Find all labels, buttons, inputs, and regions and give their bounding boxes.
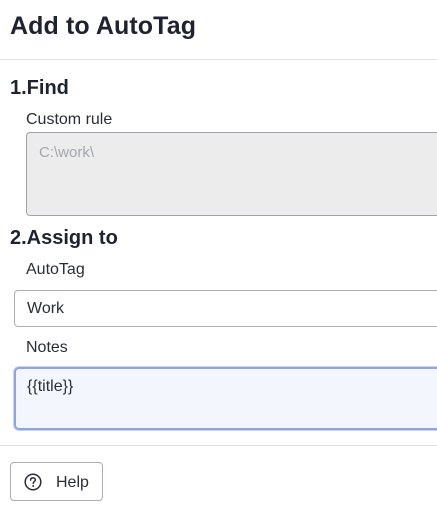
question-circle-icon	[24, 473, 42, 491]
add-to-autotag-dialog: Add to AutoTag 1.Find Custom rule C:\wor…	[0, 0, 437, 516]
custom-rule-field: C:\work\	[26, 132, 437, 216]
autotag-value: Work	[27, 300, 65, 317]
autotag-label: AutoTag	[26, 261, 85, 278]
footer-divider	[0, 445, 437, 446]
dialog-title: Add to AutoTag	[10, 12, 197, 40]
notes-value: {{title}}	[27, 378, 74, 395]
autotag-input[interactable]: Work	[14, 290, 437, 327]
assign-section-title: 2.Assign to	[10, 227, 118, 249]
header-divider	[0, 59, 437, 60]
notes-field[interactable]: {{title}}	[14, 367, 437, 430]
notes-label: Notes	[26, 339, 68, 356]
custom-rule-value: C:\work\	[39, 144, 95, 161]
find-section-title: 1.Find	[10, 77, 69, 99]
help-button-label: Help	[56, 474, 89, 491]
help-button[interactable]: Help	[10, 462, 103, 501]
custom-rule-label: Custom rule	[26, 111, 113, 128]
